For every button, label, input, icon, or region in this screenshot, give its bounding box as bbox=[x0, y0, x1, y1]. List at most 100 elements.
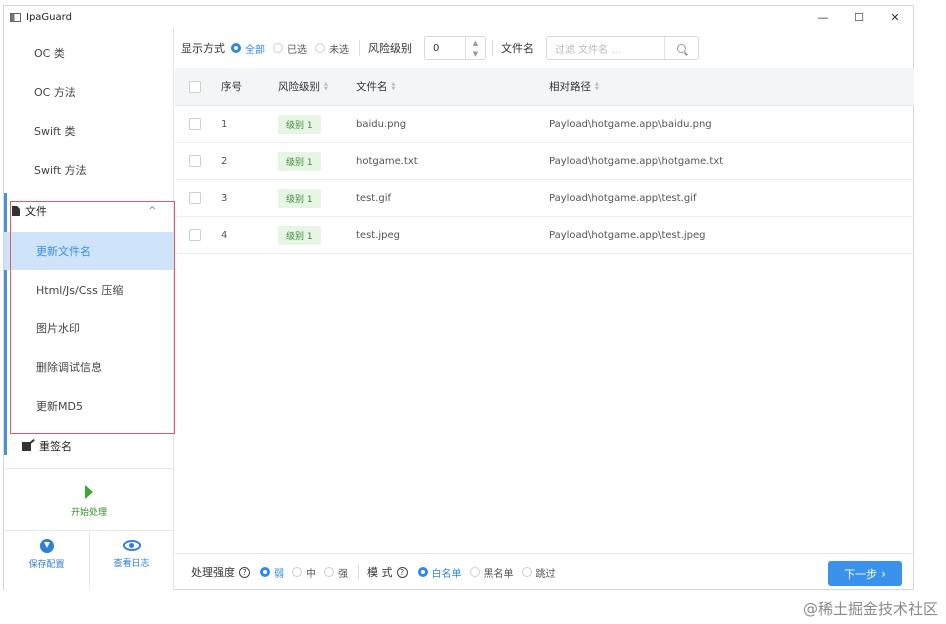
table-row[interactable]: 2 级别 1 hotgame.txt Payload\hotgame.app\h… bbox=[175, 143, 914, 180]
risk-badge: 级别 1 bbox=[278, 225, 321, 245]
radio-display-unselected[interactable]: 未选 bbox=[315, 41, 349, 56]
row-risk-cell: 级别 1 bbox=[278, 188, 356, 208]
radio-strength-strong[interactable]: 强 bbox=[324, 565, 348, 580]
row-path: Payload\hotgame.app\baidu.png bbox=[549, 118, 712, 130]
sidebar-item-resign[interactable]: 重签名 bbox=[4, 431, 174, 461]
risk-level-stepper[interactable]: 0 ▲ ▼ bbox=[424, 36, 486, 60]
sidebar-item-label: 更新文件名 bbox=[36, 245, 91, 258]
app-window: IpaGuard — ☐ ✕ OC 类 OC 方法 Swift 类 Swift … bbox=[3, 5, 914, 590]
header-risk[interactable]: 风险级别 ▲ ▼ bbox=[278, 79, 356, 94]
sidebar-item-oc-method[interactable]: OC 方法 bbox=[4, 73, 174, 111]
radio-dot bbox=[521, 567, 532, 577]
divider bbox=[358, 564, 359, 580]
window-title: IpaGuard bbox=[26, 11, 72, 23]
options-footer: 处理强度? 弱 中 强 模 式? 白名单 黑名单 跳过 下一步 › bbox=[175, 553, 914, 590]
sidebar-item-label: OC 方法 bbox=[34, 86, 76, 99]
radio-mode-blacklist[interactable]: 黑名单 bbox=[469, 565, 514, 580]
row-index: 1 bbox=[221, 118, 228, 130]
sort-icon: ▲ ▼ bbox=[595, 80, 599, 92]
header-path[interactable]: 相对路径 ▲ ▼ bbox=[549, 79, 914, 94]
divider bbox=[359, 40, 360, 56]
sidebar-group-file[interactable]: 文件 ^ bbox=[4, 196, 174, 226]
table-row[interactable]: 1 级别 1 baidu.png Payload\hotgame.app\bai… bbox=[175, 106, 914, 143]
row-path: Payload\hotgame.app\hotgame.txt bbox=[549, 155, 724, 167]
row-checkbox[interactable] bbox=[189, 192, 201, 204]
chevron-up-icon: ^ bbox=[148, 206, 156, 216]
minimize-button[interactable]: — bbox=[805, 6, 841, 28]
radio-mode-whitelist[interactable]: 白名单 bbox=[417, 565, 462, 580]
display-mode-label: 显示方式 bbox=[181, 42, 225, 55]
close-button[interactable]: ✕ bbox=[877, 6, 913, 28]
sidebar-item-image-watermark[interactable]: 图片水印 bbox=[4, 309, 174, 347]
search-icon bbox=[677, 43, 686, 53]
header-name-label: 文件名 bbox=[356, 81, 388, 93]
search-button[interactable] bbox=[664, 37, 698, 59]
strength-label-group: 处理强度? bbox=[191, 564, 250, 580]
search-placeholder: 过滤 文件名 ... bbox=[555, 44, 621, 56]
sidebar-item-remove-debug-info[interactable]: 删除调试信息 bbox=[4, 348, 174, 386]
sidebar-item-rename-files[interactable]: 更新文件名 bbox=[4, 232, 174, 270]
radio-dot bbox=[260, 567, 270, 577]
strength-label: 处理强度 bbox=[191, 566, 235, 579]
header-name[interactable]: 文件名 ▲ ▼ bbox=[356, 79, 549, 94]
select-all-checkbox[interactable] bbox=[189, 80, 201, 93]
header-path-label: 相对路径 bbox=[549, 81, 591, 93]
radio-dot bbox=[292, 567, 302, 577]
file-table: 序号 风险级别 ▲ ▼ 文件名 ▲ ▼ 相对路径 ▲ ▼ 1 级别 1 baidu.png … bbox=[175, 68, 914, 254]
signature-icon bbox=[22, 441, 34, 451]
row-checkbox[interactable] bbox=[189, 229, 201, 241]
start-processing-label: 开始处理 bbox=[70, 507, 107, 518]
sidebar-item-update-md5[interactable]: 更新MD5 bbox=[4, 387, 174, 425]
row-path: Payload\hotgame.app\test.jpeg bbox=[549, 229, 706, 241]
radio-strength-medium[interactable]: 中 bbox=[292, 565, 316, 580]
sort-icon: ▲ ▼ bbox=[391, 80, 396, 92]
table-row[interactable]: 4 级别 1 test.jpeg Payload\hotgame.app\tes… bbox=[175, 217, 914, 254]
row-checkbox-cell bbox=[175, 229, 218, 241]
radio-label: 黑名单 bbox=[483, 568, 514, 580]
radio-dot bbox=[273, 43, 283, 53]
title-bar: IpaGuard — ☐ ✕ bbox=[4, 6, 913, 28]
maximize-button[interactable]: ☐ bbox=[841, 6, 877, 28]
row-filename: test.jpeg bbox=[356, 229, 401, 241]
stepper-up-icon[interactable]: ▲ bbox=[473, 39, 478, 47]
row-index: 4 bbox=[221, 229, 228, 241]
sidebar-item-swift-class[interactable]: Swift 类 bbox=[4, 112, 174, 150]
row-filename: test.gif bbox=[356, 192, 392, 204]
risk-badge: 级别 1 bbox=[278, 188, 321, 208]
save-config-label: 保存配置 bbox=[28, 559, 65, 570]
radio-label: 白名单 bbox=[431, 568, 462, 580]
save-config-button[interactable]: 保存配置 bbox=[4, 535, 89, 573]
view-log-button[interactable]: 查看日志 bbox=[89, 535, 174, 573]
radio-dot bbox=[469, 567, 480, 577]
radio-mode-skip[interactable]: 跳过 bbox=[521, 565, 556, 580]
radio-dot bbox=[315, 43, 325, 53]
filename-search-input[interactable]: 过滤 文件名 ... bbox=[546, 36, 699, 60]
row-filename: baidu.png bbox=[356, 118, 407, 130]
next-step-button[interactable]: 下一步 › bbox=[828, 561, 902, 586]
sidebar-item-swift-method[interactable]: Swift 方法 bbox=[4, 151, 174, 189]
radio-display-all[interactable]: 全部 bbox=[231, 41, 265, 56]
row-checkbox[interactable] bbox=[189, 155, 201, 167]
mode-label: 模 式 bbox=[367, 566, 393, 579]
help-icon[interactable]: ? bbox=[396, 566, 408, 578]
sidebar-item-label: Swift 类 bbox=[34, 125, 76, 138]
stepper-down-icon[interactable]: ▼ bbox=[473, 50, 478, 58]
sidebar-item-label: Html/Js/Css 压缩 bbox=[36, 284, 124, 297]
radio-dot bbox=[324, 567, 334, 577]
sidebar-item-oc-class[interactable]: OC 类 bbox=[4, 34, 174, 72]
sidebar-item-label: OC 类 bbox=[34, 47, 65, 60]
radio-label: 强 bbox=[338, 568, 348, 580]
radio-label: 弱 bbox=[274, 568, 284, 580]
sidebar-item-html-js-css-compress[interactable]: Html/Js/Css 压缩 bbox=[4, 271, 174, 309]
help-icon[interactable]: ? bbox=[239, 566, 250, 578]
sidebar-item-label: 重签名 bbox=[39, 440, 72, 453]
row-checkbox[interactable] bbox=[189, 118, 201, 130]
watermark: @稀土掘金技术社区 bbox=[802, 600, 938, 618]
table-row[interactable]: 3 级别 1 test.gif Payload\hotgame.app\test… bbox=[175, 180, 914, 217]
main-panel: 显示方式 全部 已选 未选 风险级别 0 ▲ ▼ 文件名 过滤 文件名 ... bbox=[175, 28, 914, 590]
radio-strength-weak[interactable]: 弱 bbox=[260, 565, 284, 580]
row-checkbox-cell bbox=[175, 118, 218, 130]
start-processing-button[interactable]: 开始处理 bbox=[4, 469, 174, 533]
row-index: 3 bbox=[221, 192, 228, 204]
radio-display-selected[interactable]: 已选 bbox=[273, 41, 307, 56]
